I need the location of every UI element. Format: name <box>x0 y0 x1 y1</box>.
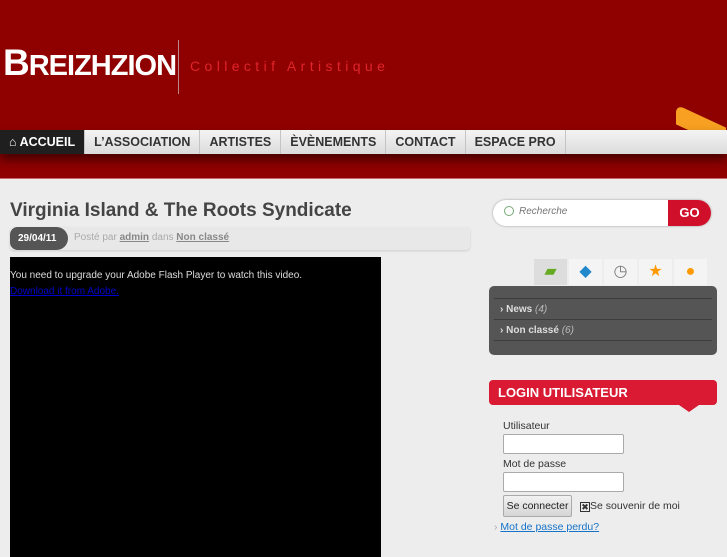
tag-icon[interactable]: ◆ <box>569 259 602 285</box>
remember-checkbox[interactable]: ✖ <box>580 502 590 512</box>
divider <box>494 340 712 361</box>
post-date: 29/04/11 <box>10 227 68 250</box>
login-title: LOGIN UTILISATEUR <box>489 380 717 412</box>
clock-icon[interactable]: ◷ <box>604 259 637 285</box>
nav-association[interactable]: L’ASSOCIATION <box>85 130 201 154</box>
sidebar-tabs: ▰ ◆ ◷ ★ ● <box>534 259 707 285</box>
category-link[interactable]: Non classé <box>176 232 229 243</box>
tagline: Collectif Artistique <box>190 58 390 74</box>
author-link[interactable]: admin <box>120 232 149 243</box>
flash-download-link[interactable]: Download it from Adobe. <box>10 286 119 297</box>
star-icon[interactable]: ★ <box>639 259 672 285</box>
category-item[interactable]: › News (4) <box>494 298 712 319</box>
login-button[interactable]: Se connecter <box>503 495 572 517</box>
site-logo[interactable]: BREIZHZION <box>3 42 177 84</box>
category-list: › News (4) › Non classé (6) <box>489 286 717 355</box>
post-title[interactable]: Virginia Island & The Roots Syndicate <box>10 200 352 222</box>
search-icon <box>504 206 514 216</box>
search-go-button[interactable]: GO <box>668 200 711 226</box>
username-label: Utilisateur <box>503 420 550 432</box>
category-item[interactable]: › Non classé (6) <box>494 319 712 340</box>
lost-password-link[interactable]: Mot de passe perdu? <box>500 521 599 533</box>
nav-accueil[interactable]: ⌂ ACCUEIL <box>0 130 86 154</box>
nav-evenements[interactable]: ÈVÈNEMENTS <box>281 130 387 154</box>
folder-icon[interactable]: ▰ <box>534 259 567 285</box>
post: Virginia Island & The Roots Syndicate 29… <box>10 200 470 557</box>
password-input[interactable] <box>503 472 624 492</box>
flash-video[interactable]: You need to upgrade your Adobe Flash Pla… <box>10 257 381 557</box>
post-meta: 29/04/11 Posté par admin dans Non classé <box>10 227 470 250</box>
search-form: GO <box>493 200 711 226</box>
search-input[interactable] <box>519 206 659 217</box>
nav-contact[interactable]: CONTACT <box>386 130 466 154</box>
remember-me[interactable]: ✖Se souvenir de moi <box>580 500 680 512</box>
nav-espace-pro[interactable]: ESPACE PRO <box>466 130 566 154</box>
divider <box>178 40 179 94</box>
flash-message: You need to upgrade your Adobe Flash Pla… <box>10 270 303 281</box>
lost-password: › Mot de passe perdu? <box>494 521 600 533</box>
username-input[interactable] <box>503 434 624 454</box>
home-icon: ⌂ <box>9 135 20 149</box>
nav-artistes[interactable]: ARTISTES <box>200 130 282 154</box>
main-nav: ⌂ ACCUEIL L’ASSOCIATION ARTISTES ÈVÈNEME… <box>0 130 727 154</box>
comment-icon[interactable]: ● <box>674 259 707 285</box>
password-label: Mot de passe <box>503 458 567 470</box>
